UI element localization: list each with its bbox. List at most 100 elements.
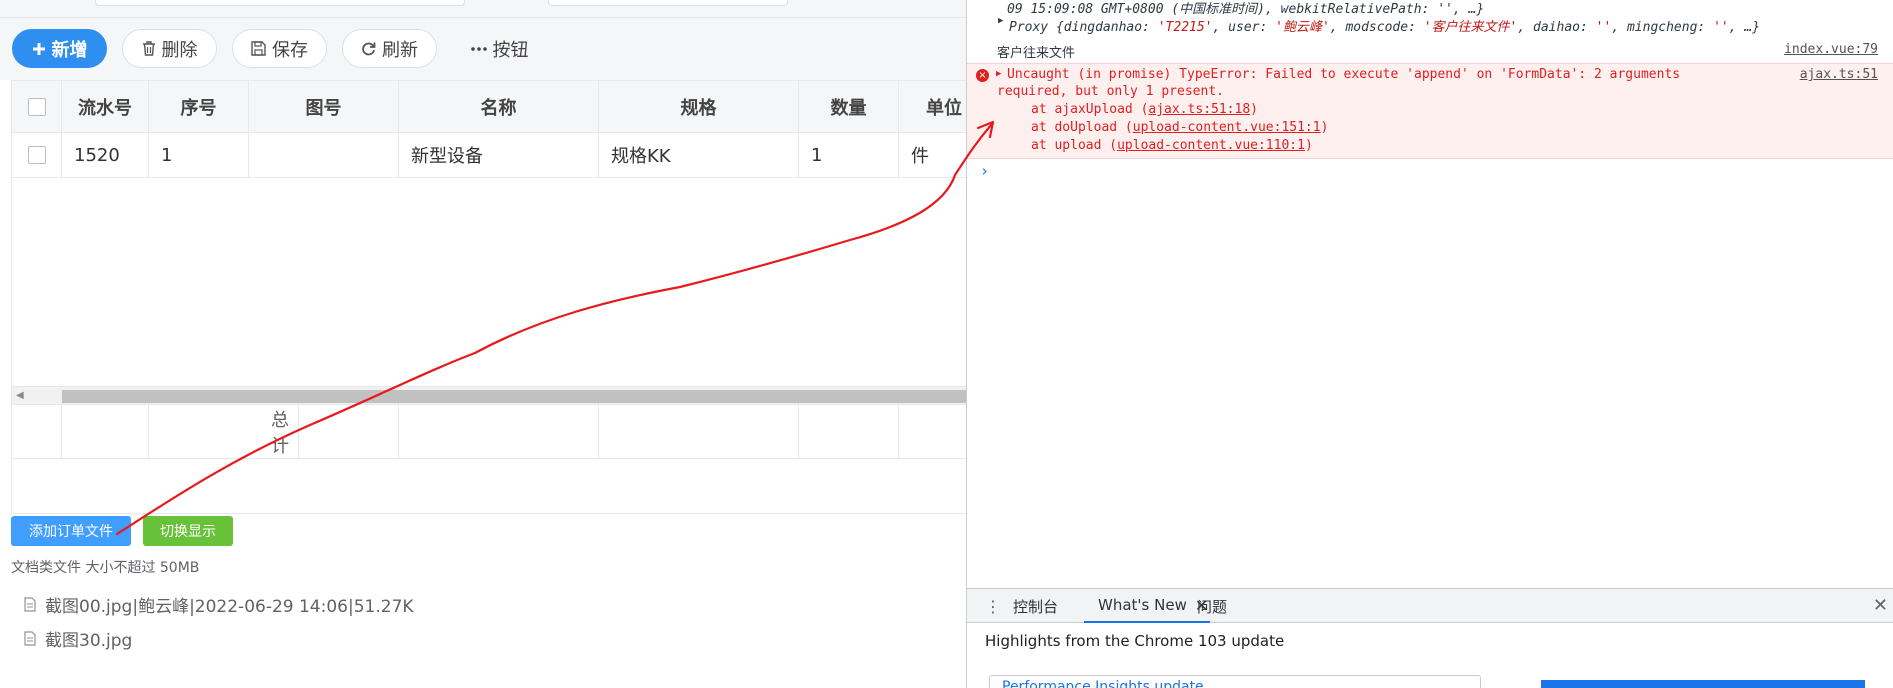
footer-cell [799, 405, 899, 458]
table-cell[interactable]: 新型设备 [399, 133, 599, 177]
whats-new-banner[interactable] [1541, 680, 1865, 688]
table-cell[interactable] [249, 133, 399, 177]
column-header[interactable]: 名称 [399, 81, 599, 132]
top-tabs-strip [0, 0, 966, 18]
console-prompt[interactable]: › [980, 162, 989, 180]
stack-frame-link[interactable]: upload-content.vue:110:1 [1117, 138, 1305, 153]
delete-button-label: 删除 [161, 39, 198, 61]
console-object-line: 09 15:09:08 GMT+0800 (中国标准时间), webkitRel… [1007, 2, 1485, 17]
stack-frame-link[interactable]: ajax.ts:51:18 [1148, 102, 1250, 117]
file-name[interactable]: 截图00.jpg|鲍云峰|2022-06-29 14:06|51.27K [45, 592, 414, 617]
document-icon [24, 631, 36, 646]
save-button[interactable]: 保存 [232, 29, 327, 68]
stack-frame-text: at ajaxUpload ( [1031, 102, 1149, 117]
table-cell[interactable]: 1 [799, 133, 899, 177]
data-table: 流水号 序号 图号 名称 规格 数量 单位 1520 1 新型设备 规格KK 1… [11, 80, 966, 514]
stack-frame-link[interactable]: upload-content.vue:151:1 [1133, 120, 1321, 135]
table-bottom-border [12, 513, 966, 514]
select-all-cell [12, 81, 62, 132]
scroll-left-icon[interactable]: ◀ [16, 390, 24, 401]
tab-label: What's New [1098, 596, 1187, 614]
footer-cell [599, 405, 799, 458]
app-panel: 新增 删除 保存 刷新 按钮 流水号 序号 图号 名称 规格 数量 单位 152… [0, 0, 966, 688]
column-header[interactable]: 数量 [799, 81, 899, 132]
table-footer: 总计 [12, 404, 966, 459]
footer-cell [12, 405, 62, 458]
more-options-icon[interactable]: ⋮ [985, 597, 1001, 616]
table-cell[interactable]: 1520 [62, 133, 149, 177]
console-log-text: 客户往来文件 [997, 46, 1076, 61]
plus-icon [32, 42, 45, 55]
stack-frame-text: ) [1250, 102, 1258, 117]
proxy-value: '客户往来文件' [1423, 20, 1518, 35]
tab-label: 问题 [1197, 597, 1228, 616]
proxy-key: , modscode: [1329, 20, 1424, 35]
upload-hint: 文档类文件 大小不超过 50MB [11, 560, 200, 576]
add-order-file-button[interactable]: 添加订单文件 [11, 516, 131, 546]
row-checkbox[interactable] [27, 146, 46, 164]
horizontal-scrollbar[interactable]: ◀ [12, 386, 966, 404]
more-button-label: 按钮 [492, 39, 529, 61]
top-tab-stub[interactable] [548, 0, 788, 6]
file-item[interactable]: 截图00.jpg|鲍云峰|2022-06-29 14:06|51.27K [24, 592, 414, 617]
expand-triangle-icon[interactable]: ▶ [996, 69, 1001, 79]
column-header[interactable]: 图号 [249, 81, 399, 132]
close-drawer-icon[interactable]: ✕ [1873, 595, 1888, 616]
console-source-link[interactable]: index.vue:79 [1784, 42, 1878, 57]
tab-label: 控制台 [1013, 597, 1059, 616]
error-message-line: required, but only 1 present. [997, 84, 1224, 99]
stack-frame: at upload (upload-content.vue:110:1) [1031, 138, 1313, 153]
table-cell[interactable]: 规格KK [599, 133, 799, 177]
whats-new-card[interactable]: Performance Insights update [989, 675, 1481, 688]
devtools-panel: 09 15:09:08 GMT+0800 (中国标准时间), webkitRel… [966, 0, 1893, 688]
column-header[interactable]: 规格 [599, 81, 799, 132]
row-select-cell [12, 133, 62, 177]
console-log-line: 客户往来文件 index.vue:79 [967, 42, 1893, 62]
table-cell[interactable]: 件 [899, 133, 966, 177]
floppy-disk-icon [251, 41, 266, 56]
stack-frame: at doUpload (upload-content.vue:151:1) [1031, 120, 1328, 135]
column-header[interactable]: 单位 [899, 81, 966, 132]
proxy-key: , daihao: [1517, 20, 1596, 35]
whats-new-link[interactable]: Performance Insights update [1002, 679, 1204, 688]
toggle-display-button[interactable]: 切换显示 [143, 516, 233, 546]
file-name[interactable]: 截图30.jpg [45, 626, 132, 651]
toolbar: 新增 删除 保存 刷新 按钮 [0, 18, 966, 80]
stack-frame-text: at upload ( [1031, 138, 1118, 153]
stack-frame-text: at doUpload ( [1031, 120, 1133, 135]
top-tab-stub[interactable] [95, 0, 465, 6]
devtools-drawer: ⋮ 控制台 What's New ✕ 问题 ✕ Highlights from t… [967, 588, 1893, 688]
tab-console[interactable]: 控制台 [1013, 589, 1058, 623]
column-header[interactable]: 流水号 [62, 81, 149, 132]
proxy-value: '鲍云峰' [1275, 20, 1330, 35]
tab-issues[interactable]: 问题 [1197, 589, 1227, 623]
refresh-button[interactable]: 刷新 [342, 29, 437, 68]
add-button-label: 新增 [51, 39, 88, 61]
table-row[interactable]: 1520 1 新型设备 规格KK 1 件 [12, 133, 966, 178]
stack-frame: at ajaxUpload (ajax.ts:51:18) [1031, 102, 1258, 117]
table-header: 流水号 序号 图号 名称 规格 数量 单位 [12, 80, 966, 133]
tab-whats-new[interactable]: What's New ✕ [1084, 589, 1211, 623]
save-button-label: 保存 [272, 39, 308, 61]
expand-triangle-icon[interactable]: ▶ [998, 16, 1003, 26]
error-source-link[interactable]: ajax.ts:51 [1800, 67, 1878, 82]
drawer-tabbar: ⋮ 控制台 What's New ✕ 问题 ✕ [967, 589, 1893, 623]
refresh-button-label: 刷新 [382, 39, 418, 61]
scrollbar-thumb[interactable] [62, 390, 966, 403]
delete-button[interactable]: 删除 [122, 29, 217, 68]
add-button[interactable]: 新增 [12, 29, 107, 68]
refresh-icon [362, 42, 376, 56]
error-message-line: Uncaught (in promise) TypeError: Failed … [1007, 67, 1681, 82]
proxy-value: '' [1713, 20, 1729, 35]
proxy-value: 'T2215' [1157, 20, 1213, 35]
more-button[interactable]: 按钮 [452, 29, 547, 68]
column-header[interactable]: 序号 [149, 81, 249, 132]
file-item[interactable]: 截图30.jpg [24, 626, 132, 651]
ellipsis-icon [470, 46, 487, 51]
footer-cell [62, 405, 149, 458]
proxy-key: , mingcheng: [1611, 20, 1714, 35]
footer-total-label: 总计 [149, 405, 299, 458]
table-cell[interactable]: 1 [149, 133, 249, 177]
select-all-checkbox[interactable] [27, 97, 46, 116]
whats-new-title: Highlights from the Chrome 103 update [985, 632, 1285, 650]
